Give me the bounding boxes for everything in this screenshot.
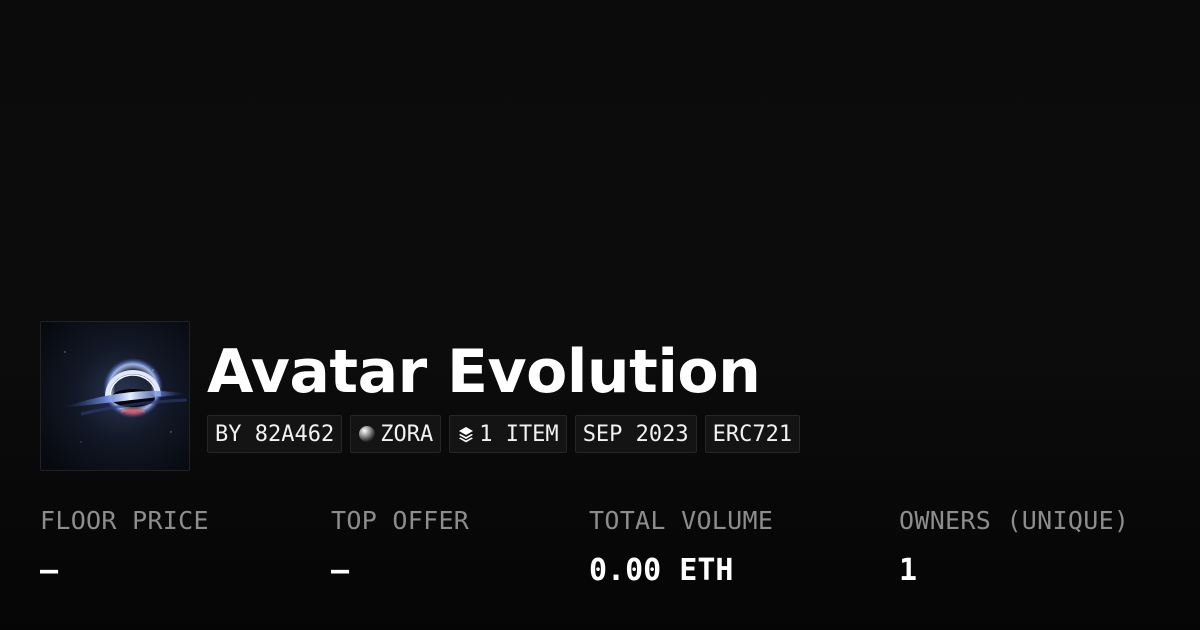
collection-header: Avatar Evolution BY 82A462 ZORA 1 ITEM S… xyxy=(40,321,801,471)
creator-badge[interactable]: BY 82A462 xyxy=(207,415,343,453)
chain-badge[interactable]: ZORA xyxy=(350,415,442,453)
layers-icon xyxy=(457,425,475,443)
stat-floor-price: FLOOR PRICE – xyxy=(40,505,209,589)
stat-label: FLOOR PRICE xyxy=(40,506,209,535)
stat-value: 1 xyxy=(899,553,918,588)
stat-top-offer: TOP OFFER – xyxy=(331,505,469,589)
items-badge[interactable]: 1 ITEM xyxy=(449,415,567,453)
stat-label: OWNERS (UNIQUE) xyxy=(899,506,1130,535)
stat-value: – xyxy=(331,553,350,588)
stat-total-volume: TOTAL VOLUME 0.00 ETH xyxy=(589,505,773,589)
metadata-badges: BY 82A462 ZORA 1 ITEM SEP 2023 ERC721 xyxy=(207,415,801,453)
creator-label: BY 82A462 xyxy=(215,421,335,447)
standard-label: ERC721 xyxy=(712,421,793,447)
zora-orb-icon xyxy=(358,425,376,443)
chain-label: ZORA xyxy=(380,421,434,447)
standard-badge: ERC721 xyxy=(704,415,801,453)
black-hole-artwork xyxy=(41,322,189,470)
date-badge: SEP 2023 xyxy=(574,415,697,453)
collection-title: Avatar Evolution xyxy=(207,337,761,407)
collection-stats: FLOOR PRICE – TOP OFFER – TOTAL VOLUME 0… xyxy=(0,505,1200,605)
stat-label: TOTAL VOLUME xyxy=(589,506,774,535)
date-label: SEP 2023 xyxy=(582,421,689,447)
items-label: 1 ITEM xyxy=(479,421,559,447)
stat-value: – xyxy=(40,553,59,588)
collection-thumbnail xyxy=(40,321,190,471)
stat-owners-unique: OWNERS (UNIQUE) 1 xyxy=(899,505,1129,589)
stat-label: TOP OFFER xyxy=(331,506,470,535)
title-block: Avatar Evolution BY 82A462 ZORA 1 ITEM S… xyxy=(207,321,801,453)
stat-value: 0.00 ETH xyxy=(589,553,734,588)
